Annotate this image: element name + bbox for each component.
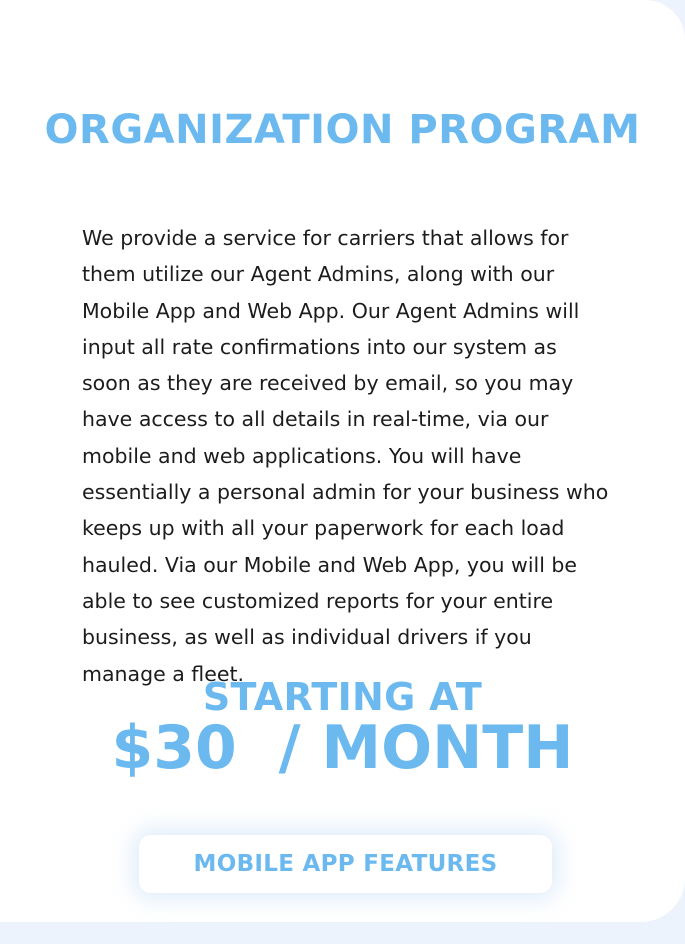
section-description: We provide a service for carriers that a…: [82, 226, 609, 686]
pricing-amount: $30 / MONTH: [111, 713, 574, 783]
section-title: ORGANIZATION PROGRAM: [44, 107, 641, 153]
program-card: ORGANIZATION PROGRAM We provide a servic…: [0, 0, 685, 922]
mobile-app-features-button[interactable]: MOBILE APP FEATURES: [139, 835, 552, 893]
